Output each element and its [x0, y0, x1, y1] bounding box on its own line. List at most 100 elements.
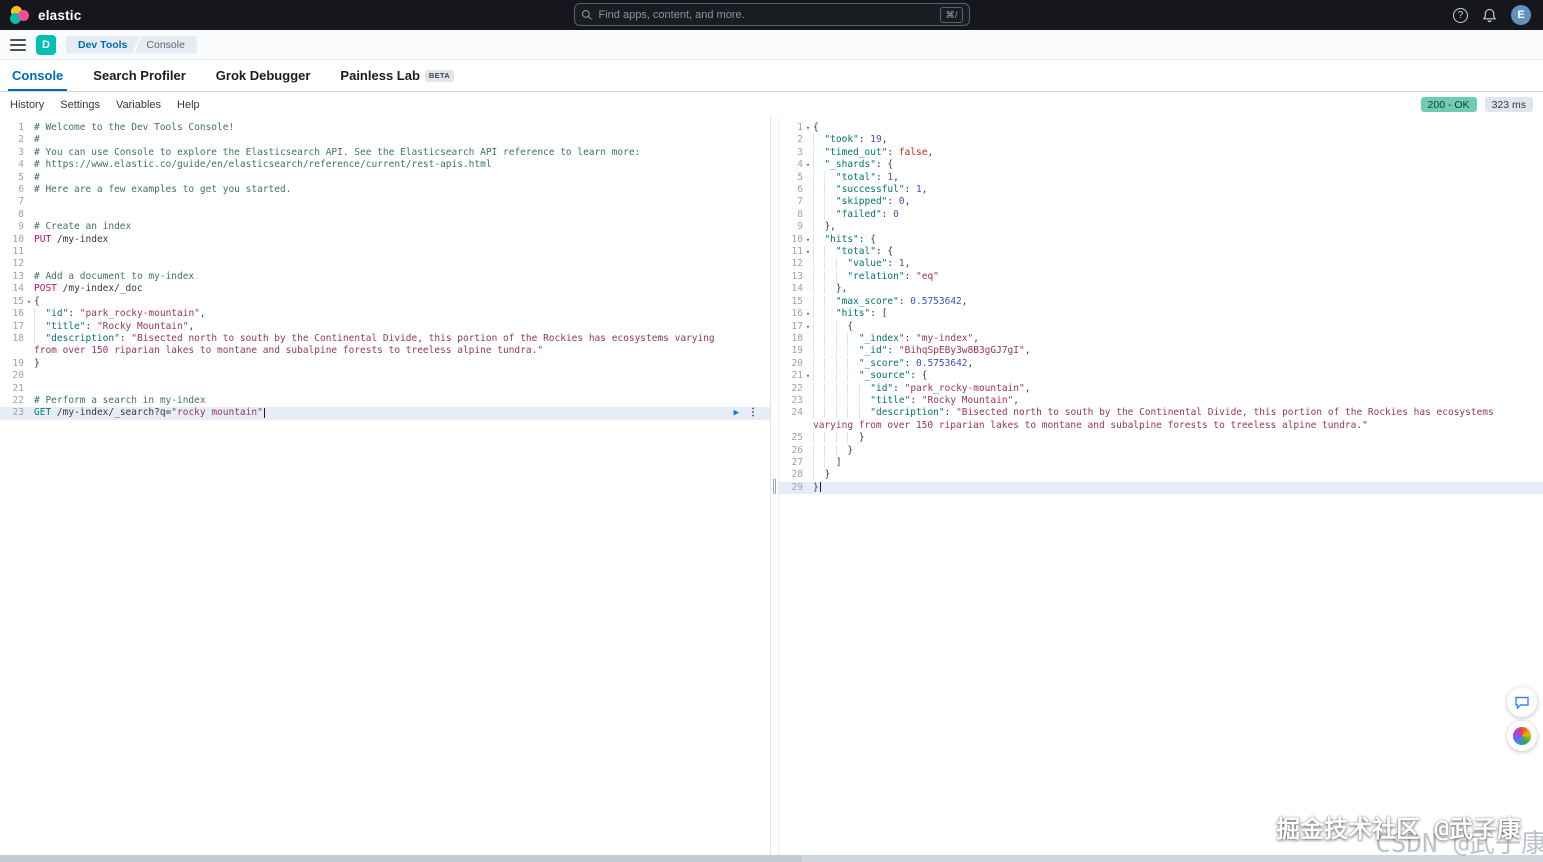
- editor-line[interactable]: 5 #: [0, 172, 770, 184]
- fold-toggle-icon[interactable]: ▾: [803, 308, 813, 320]
- editor-line[interactable]: 22 # Perform a search in my-index: [0, 395, 770, 407]
- response-time-badge: 323 ms: [1484, 97, 1533, 112]
- toolbar-help[interactable]: Help: [177, 99, 200, 111]
- editor-line[interactable]: 15 ▾{: [0, 296, 770, 308]
- code-line-content: "_shards": {: [813, 159, 1543, 171]
- editor-line[interactable]: 28 }: [779, 469, 1543, 481]
- editor-line[interactable]: 23 GET /my-index/_search?q="rocky mountai…: [0, 407, 770, 420]
- editor-line[interactable]: 10 ▾ "hits": {: [779, 234, 1543, 246]
- breadcrumb-dev-tools[interactable]: Dev Tools: [66, 36, 139, 54]
- editor-line[interactable]: 6 "successful": 1,: [779, 184, 1543, 196]
- toolbar-history[interactable]: History: [10, 99, 44, 111]
- editor-line[interactable]: 14 },: [779, 283, 1543, 295]
- editor-line[interactable]: 20 "_score": 0.5753642,: [779, 358, 1543, 370]
- editor-line[interactable]: 26 }: [779, 445, 1543, 457]
- editor-line[interactable]: 9 # Create an index: [0, 221, 770, 233]
- notifications-icon[interactable]: [1482, 8, 1497, 23]
- code-line-content: [34, 258, 770, 270]
- fold-toggle-icon[interactable]: ▾: [803, 234, 813, 246]
- global-search[interactable]: ⌘/: [573, 3, 970, 26]
- extension-widget-button[interactable]: [1507, 721, 1537, 751]
- editor-line[interactable]: 15 "max_score": 0.5753642,: [779, 296, 1543, 308]
- code-token: "relation": [847, 270, 905, 282]
- code-token: : [: [870, 308, 888, 320]
- editor-line[interactable]: 1 # Welcome to the Dev Tools Console!: [0, 122, 770, 134]
- editor-line[interactable]: 5 "total": 1,: [779, 172, 1543, 184]
- editor-line[interactable]: 16 ▾ "hits": [: [779, 308, 1543, 320]
- tab-grok-debugger[interactable]: Grok Debugger: [212, 60, 315, 91]
- code-line-content: "relation": "eq": [813, 271, 1543, 283]
- editor-line[interactable]: 4 # https://www.elastic.co/guide/en/elast…: [0, 159, 770, 171]
- resizer-grip-icon[interactable]: [773, 479, 776, 494]
- editor-line[interactable]: 1 ▾{: [779, 122, 1543, 134]
- editor-line[interactable]: 12: [0, 258, 770, 270]
- space-avatar[interactable]: D: [36, 34, 56, 55]
- editor-line[interactable]: 13 "relation": "eq": [779, 271, 1543, 283]
- toolbar-settings[interactable]: Settings: [60, 99, 100, 111]
- tab-console[interactable]: Console: [8, 60, 67, 91]
- horizontal-scrollbar[interactable]: [0, 855, 1543, 862]
- editor-line[interactable]: 18 "description": "Bisected north to sou…: [0, 333, 770, 358]
- toolbar-variables[interactable]: Variables: [116, 99, 161, 111]
- editor-line[interactable]: 12 "value": 1,: [779, 258, 1543, 270]
- fold-toggle-icon[interactable]: ▾: [803, 122, 813, 134]
- editor-line[interactable]: 19}: [0, 358, 770, 370]
- panel-resizer[interactable]: [770, 117, 779, 862]
- editor-line[interactable]: 8: [0, 209, 770, 221]
- editor-line[interactable]: 20: [0, 370, 770, 382]
- editor-line[interactable]: 11: [0, 246, 770, 258]
- editor-line[interactable]: 2 "took": 19,: [779, 134, 1543, 146]
- editor-line[interactable]: 13 # Add a document to my-index: [0, 271, 770, 283]
- request-options-button[interactable]: ⋮: [748, 407, 758, 419]
- editor-line[interactable]: 9 },: [779, 221, 1543, 233]
- editor-line[interactable]: 18 "_index": "my-index",: [779, 333, 1543, 345]
- editor-line[interactable]: 10 PUT /my-index: [0, 234, 770, 246]
- editor-line[interactable]: 6 # Here are a few examples to get you st…: [0, 184, 770, 196]
- editor-line[interactable]: 4 ▾ "_shards": {: [779, 159, 1543, 171]
- request-editor[interactable]: 1 # Welcome to the Dev Tools Console! 2 #3 #…: [0, 117, 770, 862]
- help-icon[interactable]: ?: [1453, 7, 1468, 23]
- chat-widget-button[interactable]: [1507, 687, 1537, 717]
- response-viewer[interactable]: 1 ▾{2 "took": 19, 3 "timed_out": false, 4 ▾ …: [779, 117, 1543, 862]
- editor-line[interactable]: 24 "description": "Bisected north to sou…: [779, 407, 1543, 432]
- editor-line[interactable]: 8 "failed": 0: [779, 209, 1543, 221]
- editor-line[interactable]: 21: [0, 383, 770, 395]
- tab-search-profiler[interactable]: Search Profiler: [89, 60, 190, 91]
- editor-line[interactable]: 19 "_id": "BihqSpEBy3w8B3gGJ7gI",: [779, 345, 1543, 357]
- editor-line[interactable]: 27 ]: [779, 457, 1543, 469]
- editor-line[interactable]: 17 "title": "Rocky Mountain",: [0, 321, 770, 333]
- editor-line[interactable]: 21 ▾ "_source": {: [779, 370, 1543, 382]
- fold-toggle-icon[interactable]: ▾: [803, 370, 813, 382]
- send-request-button[interactable]: ▶: [734, 407, 739, 419]
- editor-line[interactable]: 25 }: [779, 432, 1543, 444]
- editor-line[interactable]: 3 # You can use Console to explore the El…: [0, 147, 770, 159]
- editor-line[interactable]: 22 "id": "park_rocky-mountain",: [779, 383, 1543, 395]
- tab-painless-lab[interactable]: Painless Lab BETA: [336, 60, 458, 91]
- code-token: }: [847, 444, 854, 456]
- editor-line[interactable]: 2 #: [0, 134, 770, 146]
- search-input[interactable]: [598, 8, 935, 21]
- fold-toggle-icon[interactable]: ▾: [803, 321, 813, 333]
- editor-line[interactable]: 16 "id": "park_rocky-mountain",: [0, 308, 770, 320]
- editor-line[interactable]: 14 POST /my-index/_doc: [0, 283, 770, 295]
- elastic-logo[interactable]: [10, 5, 30, 25]
- editor-line[interactable]: 3 "timed_out": false,: [779, 147, 1543, 159]
- editor-line[interactable]: 7 "skipped": 0,: [779, 196, 1543, 208]
- fold-toggle-icon[interactable]: ▾: [24, 296, 34, 308]
- scrollbar-thumb[interactable]: [0, 855, 803, 862]
- code-token: "_index": [858, 332, 905, 344]
- editor-line[interactable]: 17 ▾ {: [779, 321, 1543, 333]
- editor-line[interactable]: 7: [0, 196, 770, 208]
- editor-line[interactable]: 29}: [779, 481, 1543, 495]
- fold-toggle-icon[interactable]: ▾: [803, 246, 813, 258]
- editor-line[interactable]: 23 "title": "Rocky Mountain",: [779, 395, 1543, 407]
- user-avatar[interactable]: E: [1511, 5, 1531, 25]
- menu-icon[interactable]: [10, 38, 26, 51]
- code-line-content: # Welcome to the Dev Tools Console!: [34, 122, 770, 134]
- fold-toggle-icon[interactable]: ▾: [803, 159, 813, 171]
- editor-line[interactable]: 11 ▾ "total": {: [779, 246, 1543, 258]
